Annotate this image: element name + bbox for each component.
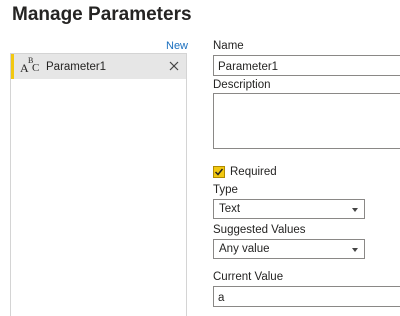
type-select-value: Text: [219, 203, 241, 215]
manage-parameters-dialog: Manage Parameters New ABC Parameter1 Nam…: [0, 0, 400, 316]
current-value-input[interactable]: [213, 286, 400, 307]
description-label: Description: [213, 79, 271, 91]
type-label: Type: [213, 184, 238, 196]
dialog-title: Manage Parameters: [12, 4, 192, 25]
required-label: Required: [230, 166, 277, 178]
chevron-down-icon: [352, 248, 358, 252]
parameter-list: ABC Parameter1: [10, 53, 187, 316]
new-parameter-link[interactable]: New: [166, 40, 188, 52]
parameter-item-label: Parameter1: [46, 60, 107, 73]
current-value-label: Current Value: [213, 271, 284, 283]
text-type-abc-icon: ABC: [20, 55, 40, 75]
delete-parameter-icon[interactable]: [168, 59, 180, 71]
description-textarea[interactable]: [213, 93, 400, 149]
required-checkbox[interactable]: [213, 166, 225, 178]
type-select[interactable]: Text: [213, 199, 365, 219]
parameter-list-item[interactable]: ABC Parameter1: [11, 54, 186, 79]
name-input[interactable]: [213, 55, 400, 76]
suggested-values-label: Suggested Values: [213, 224, 306, 236]
required-checkbox-row[interactable]: Required: [213, 166, 277, 178]
checkmark-icon: [214, 168, 224, 176]
chevron-down-icon: [352, 208, 358, 212]
suggested-values-select[interactable]: Any value: [213, 239, 365, 259]
suggested-values-select-value: Any value: [219, 243, 270, 255]
name-label: Name: [213, 40, 244, 52]
